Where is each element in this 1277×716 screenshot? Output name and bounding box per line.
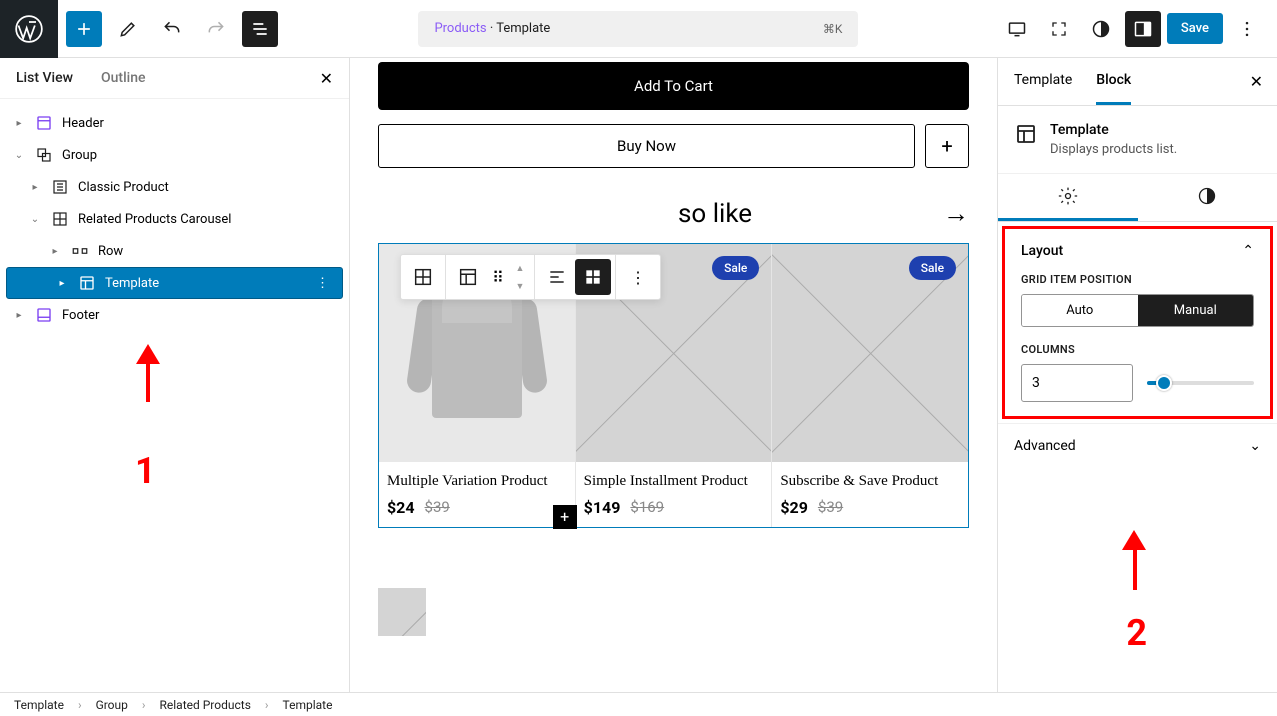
view-desktop-button[interactable] — [999, 11, 1035, 47]
grid-position-toggle: Auto Manual — [1021, 294, 1254, 327]
block-toolbar: ⠿▲▼ ⋮ — [400, 254, 661, 300]
close-listview-icon[interactable]: ✕ — [320, 69, 333, 88]
section-title-also-like: so like → — [378, 198, 969, 229]
product-card[interactable]: Sale Subscribe & Save Product $29 $39 — [772, 244, 968, 527]
annotation-number-2: 2 — [1126, 612, 1147, 654]
settings-panel: Template Block ✕ Template Displays produc… — [997, 58, 1277, 692]
list-view-panel: List View Outline ✕ ▸Header ⌄Group ▸Clas… — [0, 58, 350, 692]
more-options-button[interactable] — [1229, 11, 1265, 47]
product-name: Multiple Variation Product — [387, 472, 567, 492]
align-icon[interactable] — [539, 259, 575, 295]
fullscreen-button[interactable] — [1041, 11, 1077, 47]
price-old: $39 — [425, 498, 450, 516]
block-name: Template — [1050, 122, 1177, 138]
add-block-inline-button[interactable]: + — [925, 124, 969, 168]
redo-button[interactable] — [198, 11, 234, 47]
price-current: $149 — [584, 498, 621, 517]
settings-panel-toggle[interactable] — [1125, 11, 1161, 47]
close-settings-icon[interactable]: ✕ — [1250, 72, 1263, 91]
tree-item-row[interactable]: ▸Row — [0, 235, 349, 267]
tree-item-options-icon[interactable]: ⋮ — [316, 276, 330, 291]
breadcrumb-item[interactable]: Related Products — [160, 698, 251, 712]
advanced-section-header[interactable]: Advanced⌄ — [998, 423, 1277, 468]
sale-badge: Sale — [909, 256, 956, 280]
block-type-icon — [1014, 122, 1038, 146]
tree-item-footer[interactable]: ▸Footer — [0, 299, 349, 331]
product-name: Subscribe & Save Product — [780, 472, 960, 492]
sale-badge: Sale — [712, 256, 759, 280]
add-to-cart-button[interactable]: Add To Cart — [378, 62, 969, 110]
toggle-manual[interactable]: Manual — [1138, 295, 1254, 326]
breadcrumb-item[interactable]: Template — [283, 698, 333, 712]
chevron-up-icon: ⌃ — [1242, 243, 1254, 259]
command-shortcut: ⌘K — [823, 22, 843, 36]
annotation-highlight-box: Layout⌃ GRID ITEM POSITION Auto Manual C… — [1002, 226, 1273, 419]
columns-slider[interactable] — [1147, 381, 1254, 385]
price-old: $39 — [818, 498, 843, 516]
block-description: Displays products list. — [1050, 142, 1177, 157]
move-down-icon[interactable]: ▼ — [510, 277, 530, 295]
breadcrumb-bar: Template› Group› Related Products› Templ… — [0, 692, 1277, 716]
settings-tab-styles[interactable] — [1138, 174, 1277, 221]
tree-item-template-selected[interactable]: ▸Template⋮ — [6, 267, 343, 299]
doc-title-product: Products — [434, 21, 486, 36]
top-toolbar: Products · Template ⌘K Save — [0, 0, 1277, 58]
product-image-placeholder: Sale — [772, 244, 968, 462]
block-tree: ▸Header ⌄Group ▸Classic Product ⌄Related… — [0, 99, 349, 339]
styles-button[interactable] — [1083, 11, 1119, 47]
tab-block[interactable]: Block — [1096, 58, 1131, 105]
thumbnail-placeholder[interactable] — [378, 588, 426, 636]
tree-item-group[interactable]: ⌄Group — [0, 139, 349, 171]
tab-list-view[interactable]: List View — [16, 70, 73, 86]
edit-tool-button[interactable] — [110, 11, 146, 47]
document-bar[interactable]: Products · Template ⌘K — [418, 11, 858, 47]
tab-template[interactable]: Template — [1014, 58, 1072, 105]
price-current: $24 — [387, 498, 415, 517]
columns-input[interactable] — [1021, 364, 1133, 402]
tree-item-header[interactable]: ▸Header — [0, 107, 349, 139]
annotation-number-1: 1 — [135, 450, 156, 492]
chevron-down-icon: ⌄ — [1249, 438, 1261, 454]
price-old: $169 — [630, 498, 664, 516]
add-product-icon[interactable]: + — [553, 505, 577, 529]
move-up-icon[interactable]: ▲ — [510, 259, 530, 277]
layout-section-header[interactable]: Layout⌃ — [1021, 243, 1254, 259]
add-block-button[interactable] — [66, 11, 102, 47]
parent-block-icon[interactable] — [450, 259, 486, 295]
undo-button[interactable] — [154, 11, 190, 47]
grid-position-label: GRID ITEM POSITION — [1021, 273, 1254, 286]
doc-title-template: · Template — [487, 21, 551, 36]
grid-view-icon[interactable] — [575, 259, 611, 295]
product-name: Simple Installment Product — [584, 472, 764, 492]
listview-toggle-button[interactable] — [242, 11, 278, 47]
block-more-icon[interactable]: ⋮ — [620, 259, 656, 295]
tree-item-classic-product[interactable]: ▸Classic Product — [0, 171, 349, 203]
breadcrumb-item[interactable]: Template — [14, 698, 64, 712]
drag-handle-icon[interactable]: ⠿ — [486, 259, 510, 295]
tree-item-related-carousel[interactable]: ⌄Related Products Carousel — [0, 203, 349, 235]
save-button[interactable]: Save — [1167, 13, 1223, 44]
columns-label: COLUMNS — [1021, 343, 1254, 356]
block-type-icon[interactable] — [405, 259, 441, 295]
toggle-auto[interactable]: Auto — [1022, 295, 1138, 326]
tab-outline[interactable]: Outline — [101, 70, 146, 86]
buy-now-button[interactable]: Buy Now — [378, 124, 915, 168]
price-current: $29 — [780, 498, 808, 517]
settings-tab-general[interactable] — [998, 174, 1138, 221]
breadcrumb-item[interactable]: Group — [96, 698, 128, 712]
wordpress-logo[interactable] — [0, 0, 58, 58]
editor-canvas[interactable]: Add To Cart Buy Now + so like → ⠿▲▼ ⋮ Sa… — [350, 58, 997, 692]
arrow-right-icon[interactable]: → — [943, 198, 969, 229]
